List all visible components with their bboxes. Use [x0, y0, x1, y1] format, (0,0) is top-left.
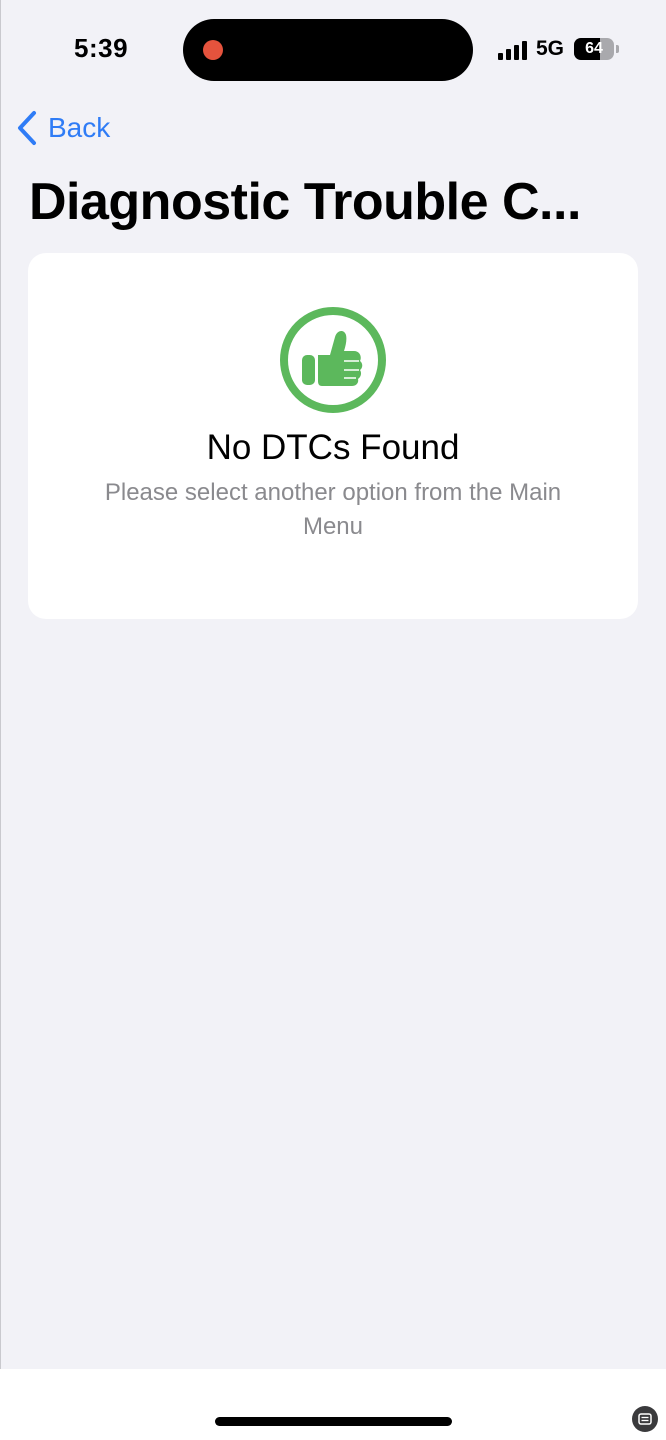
back-label: Back: [48, 112, 111, 143]
bottom-bar: [0, 1369, 666, 1440]
result-card: No DTCs Found Please select another opti…: [28, 253, 638, 619]
back-button[interactable]: Back: [16, 108, 110, 148]
status-time: 5:39: [74, 33, 129, 63]
battery-level: 64: [585, 40, 603, 57]
thumbs-up-icon: [280, 307, 386, 413]
recording-indicator-icon: [203, 40, 223, 60]
cellular-signal-icon: [498, 40, 528, 60]
home-indicator[interactable]: [215, 1417, 452, 1426]
card-title: No DTCs Found: [206, 428, 460, 467]
network-type: 5G: [536, 37, 565, 60]
page-title: Diagnostic Trouble C...: [29, 173, 581, 231]
battery-icon: 64: [574, 38, 614, 60]
screen-recorder-icon[interactable]: [632, 1406, 658, 1432]
card-subtitle: Please select another option from the Ma…: [104, 479, 562, 540]
screen-edge: [0, 0, 1, 1440]
dynamic-island: [183, 19, 473, 81]
list-icon: [638, 1413, 652, 1425]
chevron-left-icon: [18, 111, 36, 145]
battery-tip: [616, 45, 619, 53]
status-bar: 5:39 5G 64: [0, 0, 666, 100]
